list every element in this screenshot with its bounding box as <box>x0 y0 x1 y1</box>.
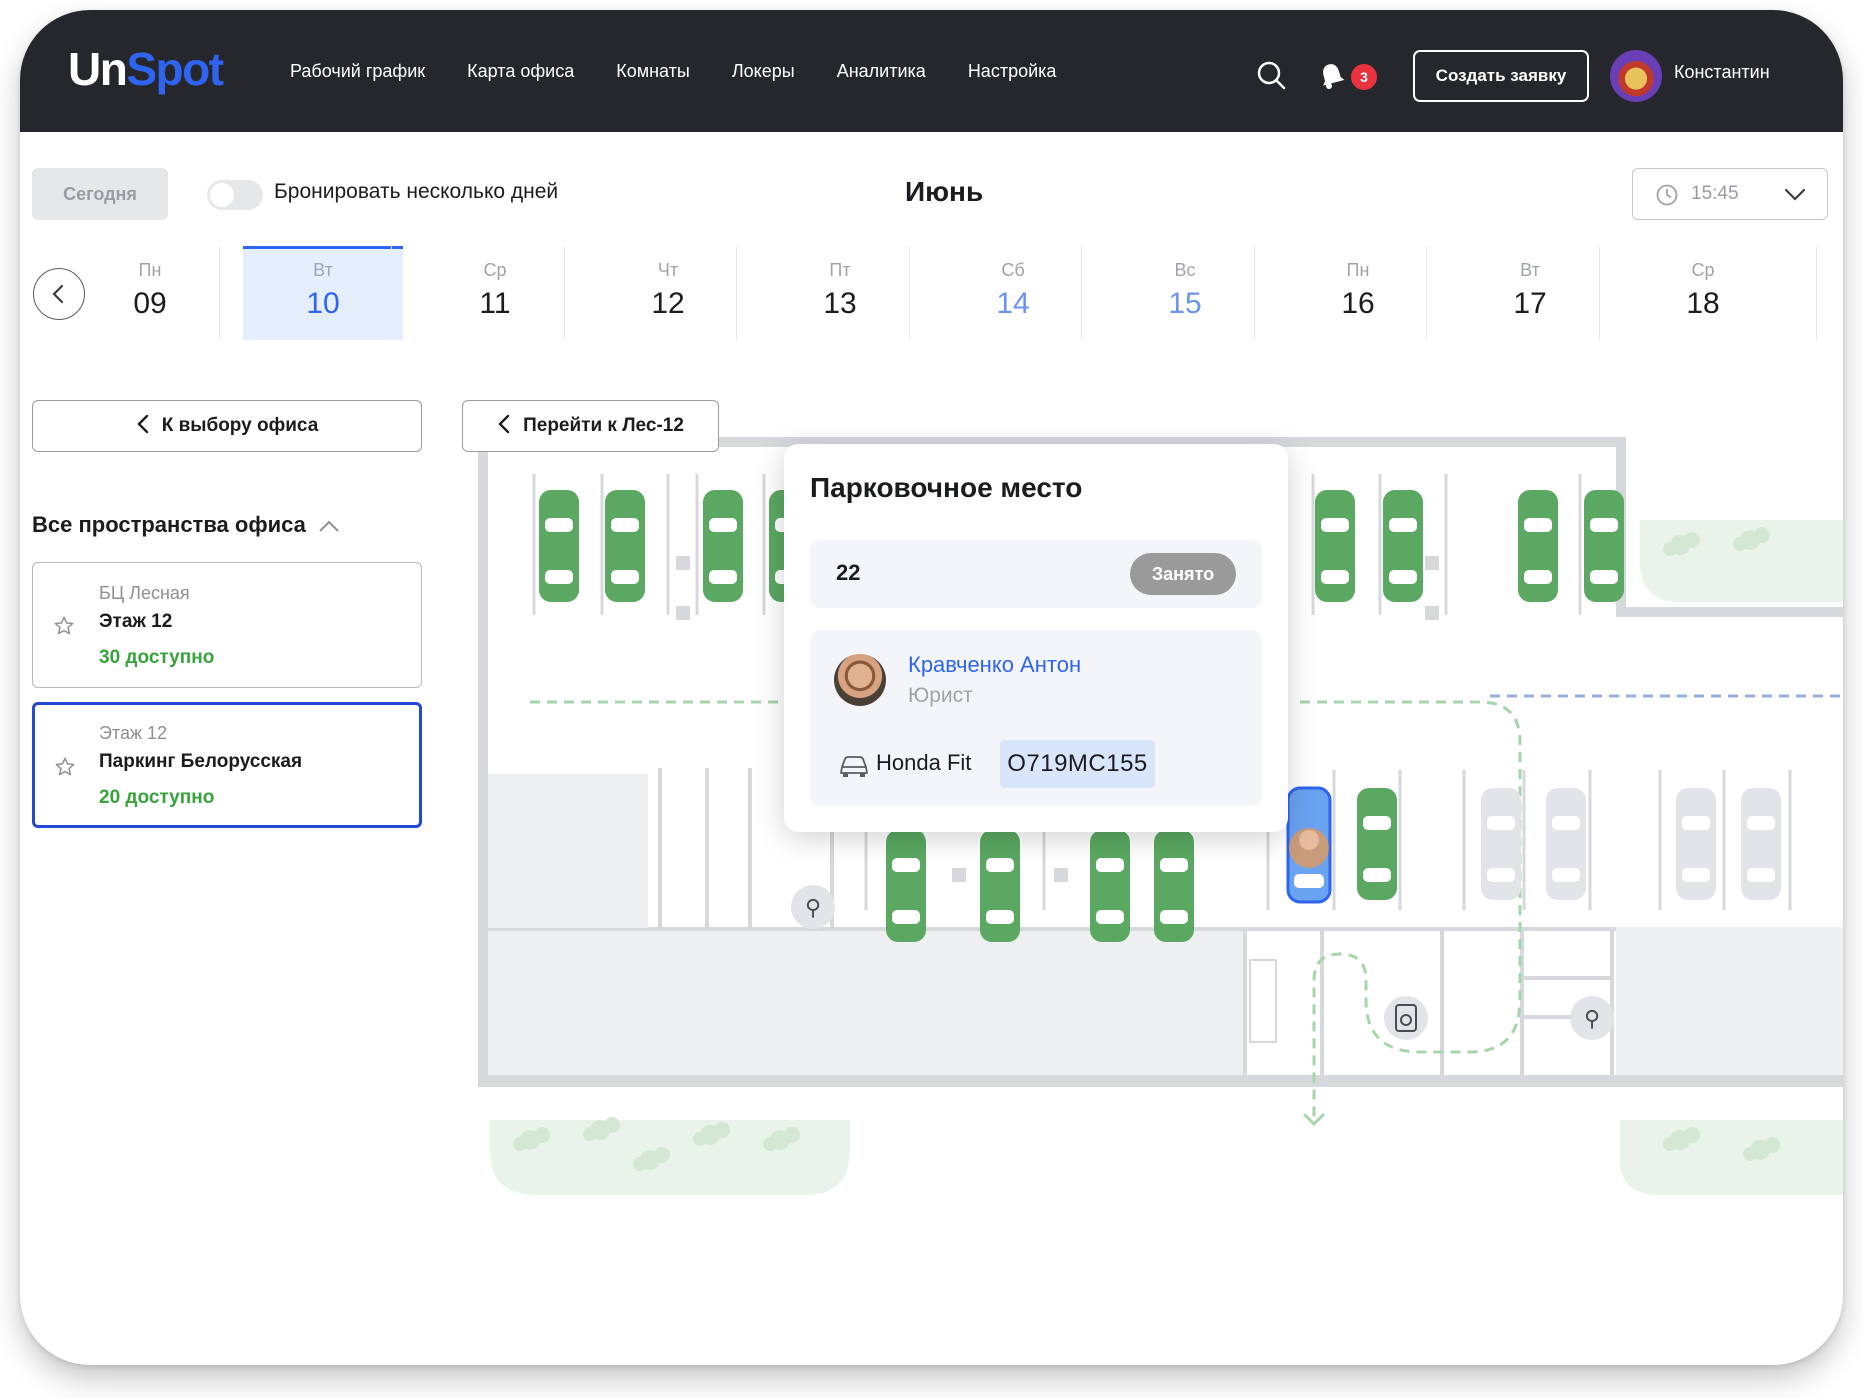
day-name: Вс <box>1174 260 1196 280</box>
parking-spot[interactable] <box>539 490 579 602</box>
day-cell-11[interactable]: Ср 11 <box>415 246 575 340</box>
occupant-name-link[interactable]: Кравченко Антон <box>908 652 1081 678</box>
day-name: Пн <box>138 260 162 280</box>
goto-floor-label: Перейти к Лес-12 <box>523 415 684 436</box>
day-name: Вт <box>1520 260 1540 280</box>
day-divider <box>1816 246 1817 340</box>
popup-title: Парковочное место <box>810 472 1083 503</box>
day-date: 17 <box>1513 287 1547 320</box>
occupant-info: Кравченко Антон Юрист Honda Fit О719МС15… <box>810 630 1262 806</box>
day-divider <box>219 246 220 340</box>
day-date: 12 <box>651 287 685 320</box>
parking-spot[interactable] <box>1154 830 1194 942</box>
day-divider <box>1426 246 1427 340</box>
spot-info: 22 Занято <box>810 540 1262 608</box>
parking-spot[interactable] <box>1357 788 1397 900</box>
parking-spot[interactable] <box>1546 788 1586 900</box>
day-cell-18[interactable]: Ср 18 <box>1623 246 1783 340</box>
parking-spot[interactable] <box>1383 490 1423 602</box>
day-divider <box>1599 246 1600 340</box>
day-name: Пн <box>1346 260 1370 280</box>
day-divider <box>736 246 737 340</box>
day-date: 14 <box>996 287 1030 320</box>
app-window: UnSpot Рабочий график Карта офиса Комнат… <box>20 10 1843 1365</box>
day-date: 15 <box>1168 287 1202 320</box>
day-date: 18 <box>1686 287 1720 320</box>
occupant-avatar <box>834 654 886 706</box>
day-divider <box>1254 246 1255 340</box>
occupant-role: Юрист <box>908 684 973 707</box>
day-name: Вт <box>313 260 333 280</box>
day-name: Ср <box>1691 260 1715 280</box>
parking-spot[interactable] <box>605 490 645 602</box>
parking-spot[interactable] <box>1481 788 1521 900</box>
day-divider <box>564 246 565 340</box>
spot-22-highlight[interactable] <box>1286 786 1332 904</box>
parking-spot[interactable] <box>1090 830 1130 942</box>
day-cell-15[interactable]: Вс 15 <box>1105 246 1265 340</box>
day-date: 11 <box>479 287 511 320</box>
day-cell-17[interactable]: Вт 17 <box>1450 246 1610 340</box>
parking-spot[interactable] <box>1741 788 1781 900</box>
parking-spot[interactable] <box>886 830 926 942</box>
day-cell-12[interactable]: Чт 12 <box>588 246 748 340</box>
day-date: 16 <box>1341 287 1375 320</box>
day-divider <box>391 246 392 340</box>
car-plate: О719МС155 <box>1000 740 1155 788</box>
svg-text:⚲: ⚲ <box>1584 1007 1600 1032</box>
day-divider <box>1081 246 1082 340</box>
spot-number: 22 <box>836 560 861 585</box>
day-date: 13 <box>823 287 857 320</box>
day-divider <box>909 246 910 340</box>
day-cell-16[interactable]: Пн 16 <box>1278 246 1438 340</box>
parking-spot[interactable] <box>980 830 1020 942</box>
goto-floor-button[interactable]: Перейти к Лес-12 <box>462 400 719 452</box>
parking-spot[interactable] <box>1518 490 1558 602</box>
day-cell-13[interactable]: Пт 13 <box>760 246 920 340</box>
car-icon <box>840 756 868 777</box>
parking-spot[interactable] <box>1676 788 1716 900</box>
day-name: Ср <box>483 260 507 280</box>
day-cell-14[interactable]: Сб 14 <box>933 246 1093 340</box>
day-cell-10[interactable]: Вт 10 <box>243 246 403 340</box>
parking-spot[interactable] <box>703 490 743 602</box>
day-cell-09[interactable]: Пн 09 <box>70 246 230 340</box>
svg-text:⚲: ⚲ <box>805 896 821 921</box>
parking-spot[interactable] <box>1584 490 1624 602</box>
day-date: 09 <box>133 287 167 320</box>
status-badge: Занято <box>1130 553 1236 595</box>
day-name: Сб <box>1001 260 1025 280</box>
day-name: Пт <box>829 260 851 280</box>
washing-machine-icon <box>1384 996 1428 1040</box>
car-model: Honda Fit <box>876 750 972 775</box>
parking-spot-popup: Парковочное место 22 Занято Кравченко Ан… <box>784 444 1288 832</box>
day-date: 10 <box>306 287 340 320</box>
chevron-left-icon <box>498 415 510 434</box>
parking-spot[interactable] <box>1315 490 1355 602</box>
day-name: Чт <box>657 260 679 280</box>
